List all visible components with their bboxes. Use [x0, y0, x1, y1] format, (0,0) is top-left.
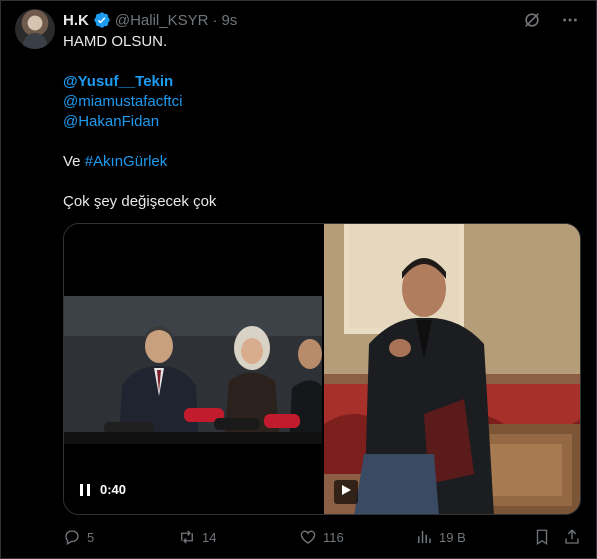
- mention-link[interactable]: @miamustafacftci: [63, 93, 182, 110]
- tweet-text: HAMD OLSUN. @Yusuf__Tekin @miamustafacft…: [63, 32, 583, 212]
- repost-button[interactable]: 14: [178, 527, 216, 547]
- reply-count: 5: [87, 529, 95, 545]
- play-button[interactable]: [334, 480, 358, 504]
- tweet-top-actions: [522, 10, 580, 30]
- video-controls: 0:40: [78, 482, 126, 497]
- separator-dot: ·: [212, 11, 218, 29]
- grok-icon[interactable]: [522, 10, 542, 30]
- play-icon: [340, 483, 352, 501]
- views-count: 19 B: [439, 529, 466, 545]
- hashtag-link[interactable]: #AkınGürlek: [85, 153, 168, 170]
- author-handle[interactable]: @Halil_KSYR: [115, 12, 209, 29]
- media-container[interactable]: 0:40: [63, 223, 581, 515]
- repost-icon: [181, 530, 193, 544]
- author-name[interactable]: H.K: [63, 12, 89, 29]
- tweet-time[interactable]: 9s: [221, 12, 237, 29]
- tweet-actions: 5 14 116 19 B: [63, 527, 583, 547]
- press-conference-image: [64, 296, 322, 444]
- tweet-card[interactable]: H.K @Halil_KSYR · 9s HAMD OLSUN. @Yusuf_…: [0, 0, 597, 559]
- more-options-icon[interactable]: [560, 10, 580, 30]
- reply-button[interactable]: 5: [63, 527, 94, 547]
- share-icon: [565, 529, 579, 544]
- reply-icon: [65, 530, 79, 545]
- video-left-pane[interactable]: 0:40: [64, 224, 322, 514]
- video-timestamp: 0:40: [100, 482, 127, 497]
- avatar[interactable]: [15, 9, 55, 49]
- share-button[interactable]: [563, 527, 581, 547]
- like-count: 116: [323, 529, 344, 545]
- video-right-pane[interactable]: [324, 224, 580, 514]
- bookmark-icon: [536, 529, 548, 546]
- views-button[interactable]: 19 B: [415, 527, 466, 547]
- mention-link[interactable]: @Yusuf__Tekin: [63, 73, 173, 90]
- tweet-text-word: Ve: [63, 153, 81, 170]
- pause-icon[interactable]: [78, 483, 92, 497]
- heart-icon: [300, 530, 316, 544]
- tweet-header: H.K @Halil_KSYR · 9s: [63, 10, 237, 30]
- tweet-text-line: HAMD OLSUN.: [63, 33, 168, 50]
- tweet-text-line: Çok şey değişecek çok: [63, 193, 217, 210]
- repost-count: 14: [202, 529, 217, 545]
- verified-badge-icon: [93, 11, 111, 29]
- views-icon: [418, 531, 431, 543]
- mention-link[interactable]: @HakanFidan: [63, 113, 159, 130]
- bookmark-button[interactable]: [533, 527, 551, 547]
- like-button[interactable]: 116: [299, 527, 344, 547]
